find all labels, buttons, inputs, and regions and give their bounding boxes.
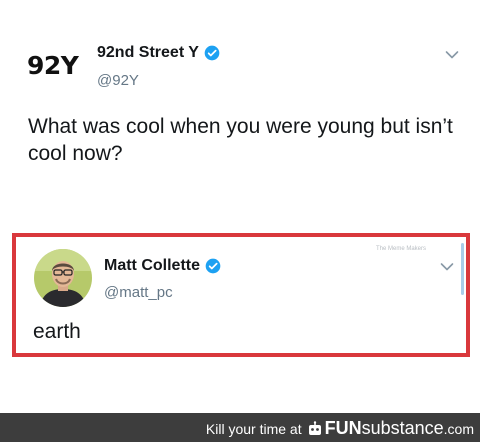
robot-icon <box>308 420 321 435</box>
reply-tweet-text: earth <box>33 320 81 343</box>
chevron-down-icon[interactable] <box>440 262 454 272</box>
main-tweet-text: What was cool when you were young but is… <box>28 115 453 165</box>
verified-badge-icon <box>204 45 220 61</box>
avatar-image <box>34 249 92 307</box>
footer-text[interactable]: Kill your time at FUN substance .com <box>206 418 474 439</box>
chevron-down-icon[interactable] <box>445 50 459 60</box>
watermark: The Meme Makers <box>375 246 426 252</box>
reply-tweet-display-name[interactable]: Matt Collette <box>104 257 200 275</box>
reply-tweet-header: Matt Collette <box>104 257 221 275</box>
account-logo[interactable]: 92Y <box>27 51 79 80</box>
footer-brand-fun: FUN <box>324 418 362 438</box>
main-tweet-handle[interactable]: @92Y <box>97 72 139 89</box>
footer-brand-suffix: .com <box>443 421 474 437</box>
footer-banner: Kill your time at FUN substance .com <box>0 413 480 442</box>
main-tweet-display-name[interactable]: 92nd Street Y <box>97 44 199 62</box>
footer-brand-substance: substance <box>361 418 444 438</box>
avatar[interactable] <box>34 249 92 307</box>
verified-badge-icon <box>205 258 221 274</box>
main-tweet: 92Y 92nd Street Y @92Y What was cool whe… <box>0 0 480 230</box>
footer-prefix: Kill your time at <box>205 421 302 437</box>
reply-tweet-highlighted: The Meme Makers Matt Collette @matt_pc e… <box>12 233 470 357</box>
main-tweet-header: 92nd Street Y <box>97 44 220 62</box>
scrollbar[interactable] <box>461 243 464 295</box>
reply-tweet-handle[interactable]: @matt_pc <box>104 284 173 301</box>
